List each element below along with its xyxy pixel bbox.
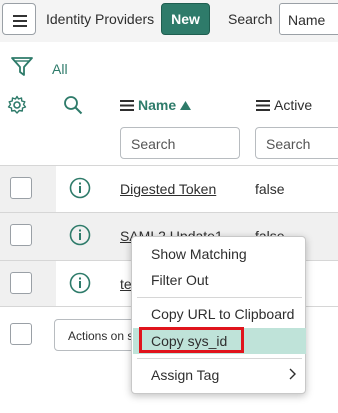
hamburger-icon bbox=[13, 15, 27, 27]
filter-icon[interactable] bbox=[11, 57, 33, 82]
active-cell: false bbox=[255, 181, 285, 197]
row-checkbox[interactable] bbox=[10, 272, 32, 294]
row-checkbox[interactable] bbox=[10, 224, 32, 246]
menu-item-assign-tag[interactable]: Assign Tag bbox=[133, 362, 306, 388]
breadcrumb-all[interactable]: All bbox=[52, 61, 68, 77]
search-field-select[interactable]: Name bbox=[279, 3, 338, 35]
highlight-annotation-box bbox=[139, 327, 244, 353]
gear-icon[interactable] bbox=[7, 95, 27, 120]
menu-divider bbox=[137, 358, 302, 359]
new-button[interactable]: New bbox=[161, 3, 210, 35]
row-checkbox[interactable] bbox=[10, 177, 32, 199]
menu-item-filter-out[interactable]: Filter Out bbox=[133, 267, 306, 293]
search-label: Search bbox=[228, 11, 273, 27]
column-name-label: Name bbox=[138, 97, 177, 113]
info-icon[interactable] bbox=[69, 272, 91, 299]
menu-toggle-button[interactable] bbox=[2, 3, 36, 35]
menu-item-copy-url[interactable]: Copy URL to Clipboard bbox=[133, 301, 306, 327]
select-all-checkbox[interactable] bbox=[10, 323, 32, 345]
chevron-right-icon bbox=[289, 368, 296, 380]
column-header-name[interactable]: Name bbox=[120, 97, 192, 113]
active-search-input[interactable]: Search bbox=[255, 127, 338, 159]
info-icon[interactable] bbox=[69, 177, 91, 204]
sort-ascending-icon bbox=[180, 100, 192, 110]
page-title: Identity Providers bbox=[46, 11, 155, 27]
column-menu-icon[interactable] bbox=[120, 99, 134, 111]
name-search-input[interactable]: Search bbox=[120, 127, 240, 159]
info-icon[interactable] bbox=[69, 224, 91, 251]
column-header-active[interactable]: Active bbox=[256, 97, 312, 113]
search-icon[interactable] bbox=[63, 95, 83, 120]
record-name-link[interactable]: te bbox=[120, 276, 132, 292]
menu-divider bbox=[137, 297, 302, 298]
menu-item-show-matching[interactable]: Show Matching bbox=[133, 241, 306, 267]
context-menu: Show Matching Filter Out Copy URL to Cli… bbox=[131, 236, 306, 394]
record-name-link[interactable]: Digested Token bbox=[120, 181, 216, 197]
column-menu-icon[interactable] bbox=[256, 99, 270, 111]
column-active-label: Active bbox=[274, 97, 313, 113]
